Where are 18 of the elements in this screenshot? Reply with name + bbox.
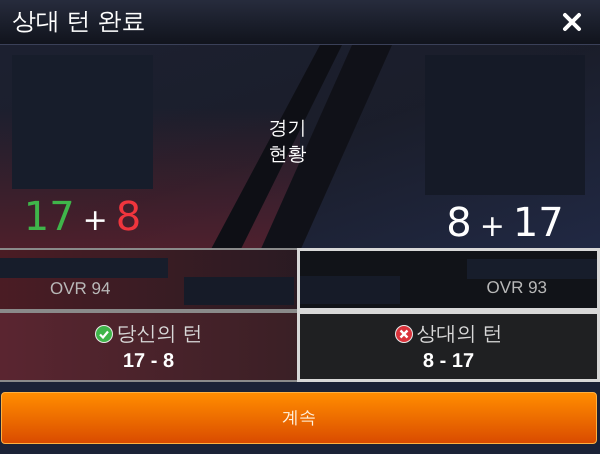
- score-number: 17: [24, 197, 75, 238]
- close-icon: [562, 12, 582, 32]
- score-number: 17: [512, 203, 564, 244]
- turn-score: 17 - 8: [122, 349, 174, 374]
- score-number: 8: [446, 203, 472, 244]
- cross-icon: [394, 325, 413, 344]
- score-number: 8: [116, 197, 142, 238]
- overall-rating: OVR 93: [486, 276, 547, 299]
- overall-rating: OVR 94: [50, 278, 110, 300]
- score-number: +: [82, 206, 108, 236]
- turn-label: 상대의 턴: [416, 322, 502, 348]
- score-number: +: [480, 212, 505, 242]
- turn-score: 8 - 17: [422, 349, 474, 374]
- turn-label: 당신의 턴: [116, 322, 202, 348]
- dialog-title: 상대 턴 완료: [12, 7, 146, 38]
- match-status-label: 경기 현황: [268, 116, 306, 167]
- check-icon: [94, 325, 113, 344]
- continue-button[interactable]: 계속: [1, 392, 597, 444]
